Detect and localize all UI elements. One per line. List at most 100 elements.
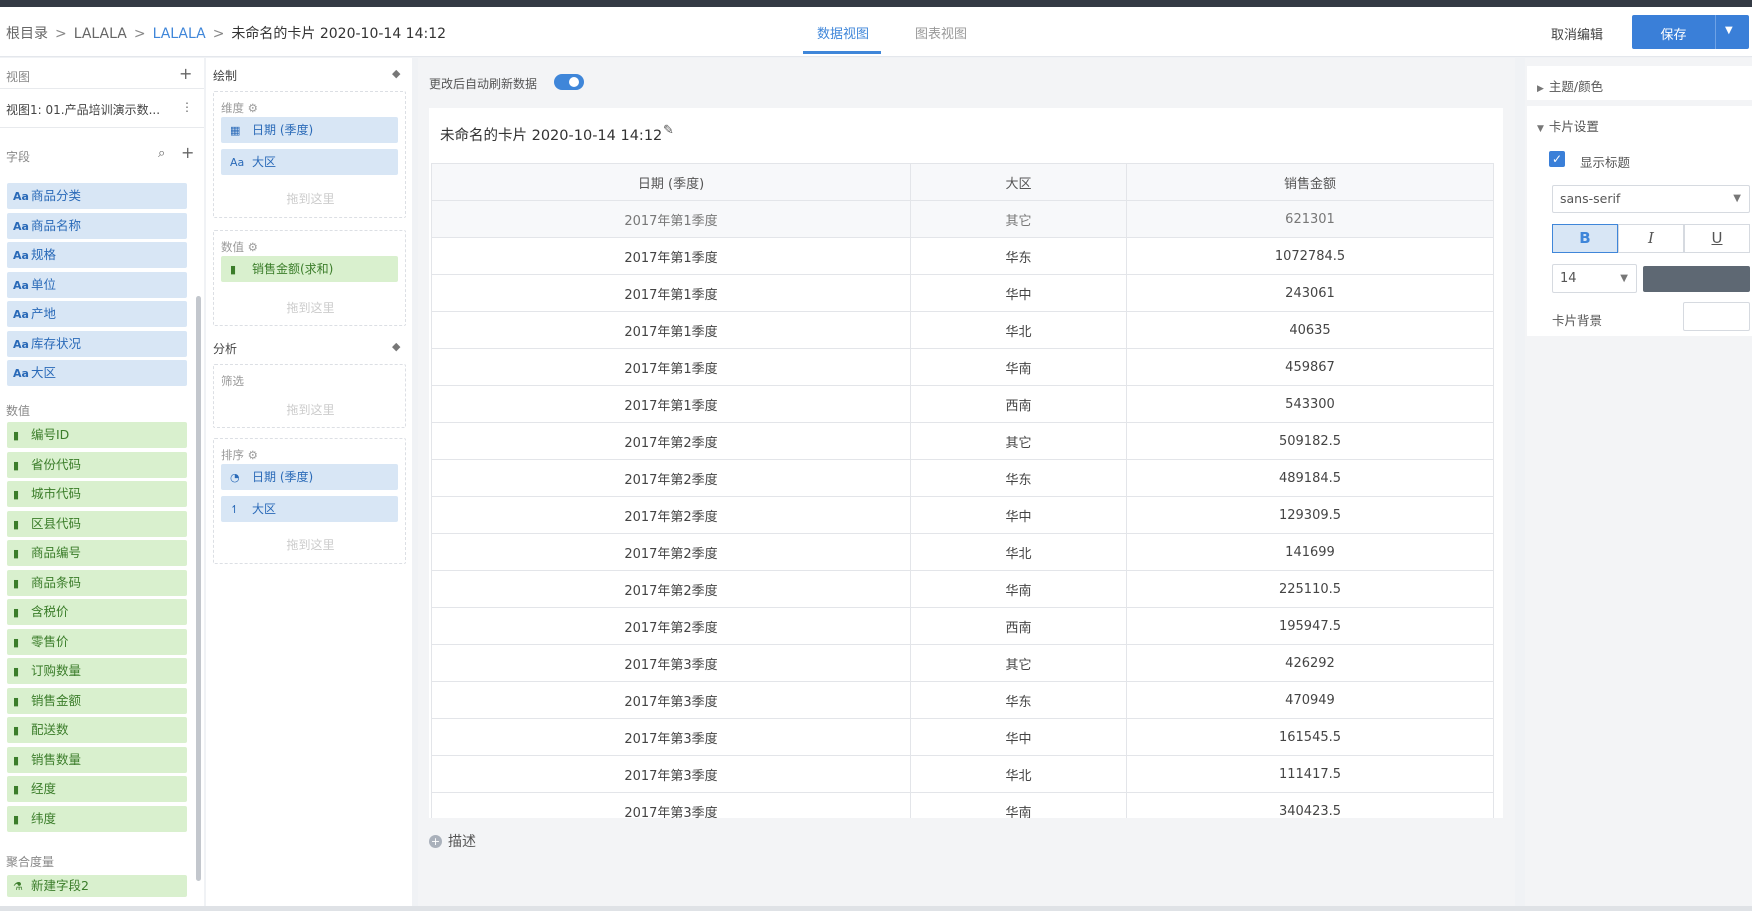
table-row[interactable]: 2017年第2季度 华南 225110.5: [431, 570, 1494, 608]
sort-ascending-icon: ↿: [230, 503, 240, 516]
table-row[interactable]: 2017年第3季度 华南 340423.5: [431, 792, 1494, 818]
field-item[interactable]: Aa 产地: [7, 301, 187, 327]
dimension-drop-zone[interactable]: 维度 ⚙ ▦ 日期 (季度) Aa 大区 拖到这里: [213, 91, 406, 218]
clear-icon[interactable]: ◆: [392, 67, 400, 80]
clear-icon[interactable]: ◆: [392, 340, 400, 353]
column-header[interactable]: 销售金额: [1126, 163, 1494, 201]
show-title-checkbox[interactable]: ✓: [1549, 151, 1565, 167]
field-item[interactable]: ▮ 省份代码: [7, 451, 187, 478]
edit-pencil-icon[interactable]: ✎: [663, 123, 674, 138]
table-cell: 340423.5: [1126, 792, 1494, 818]
save-button[interactable]: 保存: [1632, 24, 1715, 43]
fields-scrollbar[interactable]: [196, 296, 201, 881]
table-row[interactable]: 2017年第1季度 其它 621301: [431, 200, 1494, 238]
add-view-icon[interactable]: +: [179, 64, 192, 83]
field-item[interactable]: ▮ 城市代码: [7, 481, 187, 507]
field-item[interactable]: ▮ 商品编号: [7, 540, 187, 566]
description-toggle[interactable]: + 描述: [429, 831, 476, 851]
table-row[interactable]: 2017年第2季度 华北 141699: [431, 533, 1494, 571]
field-label: 区县代码: [31, 515, 82, 531]
auto-refresh-toggle[interactable]: [554, 74, 584, 90]
value-pill[interactable]: ▮ 销售金额(求和): [221, 256, 398, 282]
field-item[interactable]: Aa 规格: [7, 242, 187, 268]
value-drop-zone[interactable]: 数值 ⚙ ▮ 销售金额(求和) 拖到这里: [213, 230, 406, 326]
italic-button[interactable]: I: [1618, 224, 1684, 253]
field-item[interactable]: ▮ 商品条码: [7, 569, 187, 596]
field-item[interactable]: ▮ 纬度: [7, 805, 187, 832]
table-row[interactable]: 2017年第3季度 华中 161545.5: [431, 718, 1494, 756]
field-item[interactable]: Aa 商品分类: [7, 183, 187, 209]
table-cell: 2017年第2季度: [431, 533, 911, 571]
field-item[interactable]: ▮ 编号ID: [7, 422, 187, 448]
card-settings-body: ✓ 显示标题 sans-serif ▼ B I U 14 ▼ 卡片背景: [1527, 140, 1752, 336]
tab-chart-view[interactable]: 图表视图: [915, 23, 967, 42]
cancel-edit-button[interactable]: 取消编辑: [1551, 24, 1603, 43]
gear-icon[interactable]: ⚙: [248, 101, 258, 115]
add-field-icon[interactable]: +: [181, 143, 194, 162]
font-size-select[interactable]: 14 ▼: [1552, 264, 1637, 293]
table-row[interactable]: 2017年第2季度 华中 129309.5: [431, 496, 1494, 534]
agg-section-title: 聚合度量: [6, 855, 55, 869]
table-row[interactable]: 2017年第1季度 华南 459867: [431, 348, 1494, 386]
underline-button[interactable]: U: [1684, 224, 1750, 253]
field-item[interactable]: ▮ 零售价: [7, 628, 187, 655]
measures-section-title: 数值: [6, 404, 31, 418]
field-item[interactable]: Aa 大区: [7, 360, 187, 386]
table-row[interactable]: 2017年第2季度 西南 195947.5: [431, 607, 1494, 645]
gear-icon[interactable]: ⚙: [248, 240, 258, 254]
field-item[interactable]: Aa 单位: [7, 271, 187, 298]
field-item[interactable]: ⚗ 新建字段2: [7, 875, 187, 897]
view-item[interactable]: 视图1: 01.产品培训演示数...: [6, 101, 190, 118]
column-header[interactable]: 日期 (季度): [431, 163, 911, 201]
table-row[interactable]: 2017年第1季度 华北 40635: [431, 311, 1494, 349]
field-item[interactable]: ▮ 经度: [7, 776, 187, 802]
tab-data-view[interactable]: 数据视图: [817, 23, 869, 42]
table-row[interactable]: 2017年第3季度 华东 470949: [431, 681, 1494, 719]
dimension-pill[interactable]: Aa 大区: [221, 149, 398, 175]
font-family-select[interactable]: sans-serif ▼: [1552, 185, 1750, 213]
pill-label: 销售金额(求和): [252, 262, 334, 276]
table-row[interactable]: 2017年第2季度 华东 489184.5: [431, 459, 1494, 497]
search-icon[interactable]: ⌕: [158, 146, 165, 161]
field-item[interactable]: ▮ 含税价: [7, 599, 187, 625]
sort-pill[interactable]: ↿ 大区: [221, 496, 398, 522]
bar-chart-icon: ▮: [13, 812, 20, 826]
field-item[interactable]: Aa 商品名称: [7, 212, 187, 239]
card-settings-header[interactable]: ▼ 卡片设置: [1527, 106, 1752, 140]
bold-button[interactable]: B: [1552, 224, 1618, 253]
text-type-icon: Aa: [13, 308, 29, 321]
more-options-icon[interactable]: ⋮: [181, 100, 193, 114]
chevron-down-icon[interactable]: ▼: [1725, 25, 1733, 36]
caret-right-icon: ▶: [1537, 84, 1544, 94]
field-item[interactable]: ▮ 区县代码: [7, 510, 187, 537]
config-panel: 绘制 ◆ 维度 ⚙ ▦ 日期 (季度) Aa 大区 拖到这里 数值 ⚙ ▮ 销售金额(…: [206, 58, 412, 911]
table-cell: 2017年第1季度: [431, 274, 911, 312]
card-background-swatch[interactable]: [1683, 302, 1750, 331]
breadcrumb-root[interactable]: 根目录: [6, 26, 48, 42]
table-row[interactable]: 2017年第1季度 华东 1072784.5: [431, 237, 1494, 275]
field-item[interactable]: ▮ 订购数量: [7, 658, 187, 684]
field-item[interactable]: ▮ 配送数: [7, 717, 187, 743]
column-header[interactable]: 大区: [910, 163, 1127, 201]
table-row[interactable]: 2017年第1季度 西南 543300: [431, 385, 1494, 423]
table-row[interactable]: 2017年第3季度 华北 111417.5: [431, 755, 1494, 793]
field-item[interactable]: ▮ 销售金额: [7, 687, 187, 714]
breadcrumb-level2[interactable]: LALALA: [153, 26, 206, 42]
field-item[interactable]: Aa 库存状况: [7, 330, 187, 357]
table-cell: 华中: [910, 274, 1127, 312]
breadcrumb-level1[interactable]: LALALA: [74, 26, 127, 42]
sort-drop-zone[interactable]: 排序 ⚙ ◔ 日期 (季度) ↿ 大区 拖到这里: [213, 438, 406, 564]
field-label: 产地: [31, 306, 57, 321]
gear-icon[interactable]: ⚙: [248, 448, 258, 462]
dimension-pill[interactable]: ▦ 日期 (季度): [221, 117, 398, 143]
filter-drop-zone[interactable]: 筛选 拖到这里: [213, 364, 406, 428]
table-row[interactable]: 2017年第3季度 其它 426292: [431, 644, 1494, 682]
theme-section-header[interactable]: ▶ 主题/颜色: [1527, 66, 1752, 100]
caret-down-icon: ▼: [1537, 124, 1544, 134]
bar-chart-icon: ▮: [13, 606, 20, 619]
sort-pill[interactable]: ◔ 日期 (季度): [221, 464, 398, 490]
table-row[interactable]: 2017年第1季度 华中 243061: [431, 274, 1494, 312]
field-item[interactable]: ▮ 销售数量: [7, 746, 187, 773]
table-row[interactable]: 2017年第2季度 其它 509182.5: [431, 422, 1494, 460]
title-color-swatch[interactable]: [1643, 266, 1750, 292]
